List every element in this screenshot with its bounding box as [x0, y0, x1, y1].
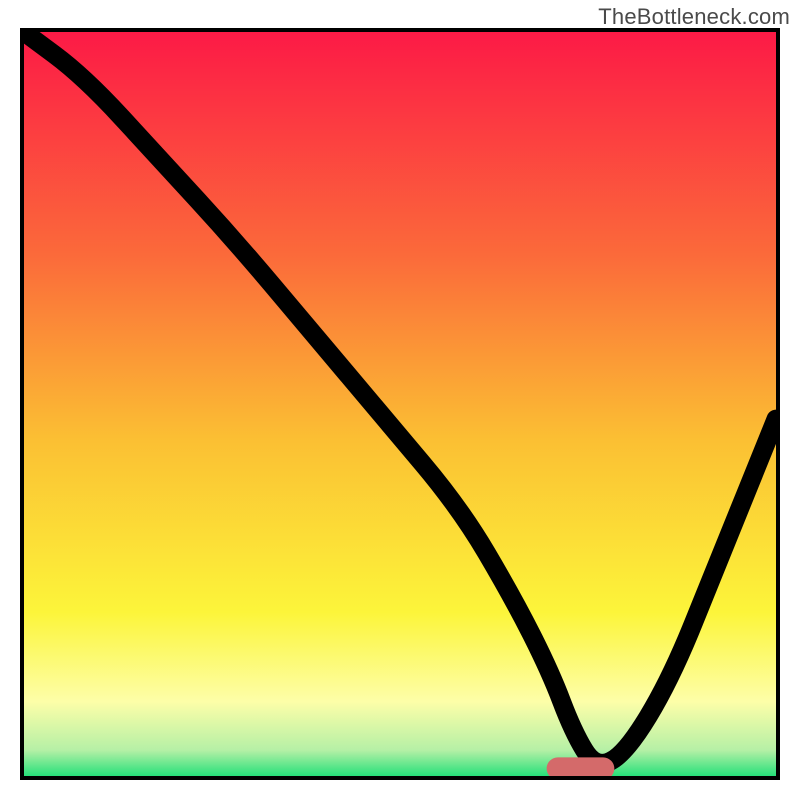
watermark-text: TheBottleneck.com: [598, 4, 790, 30]
bottleneck-chart: [24, 32, 776, 776]
minimum-marker: [550, 761, 610, 776]
plot-frame: [20, 28, 780, 780]
